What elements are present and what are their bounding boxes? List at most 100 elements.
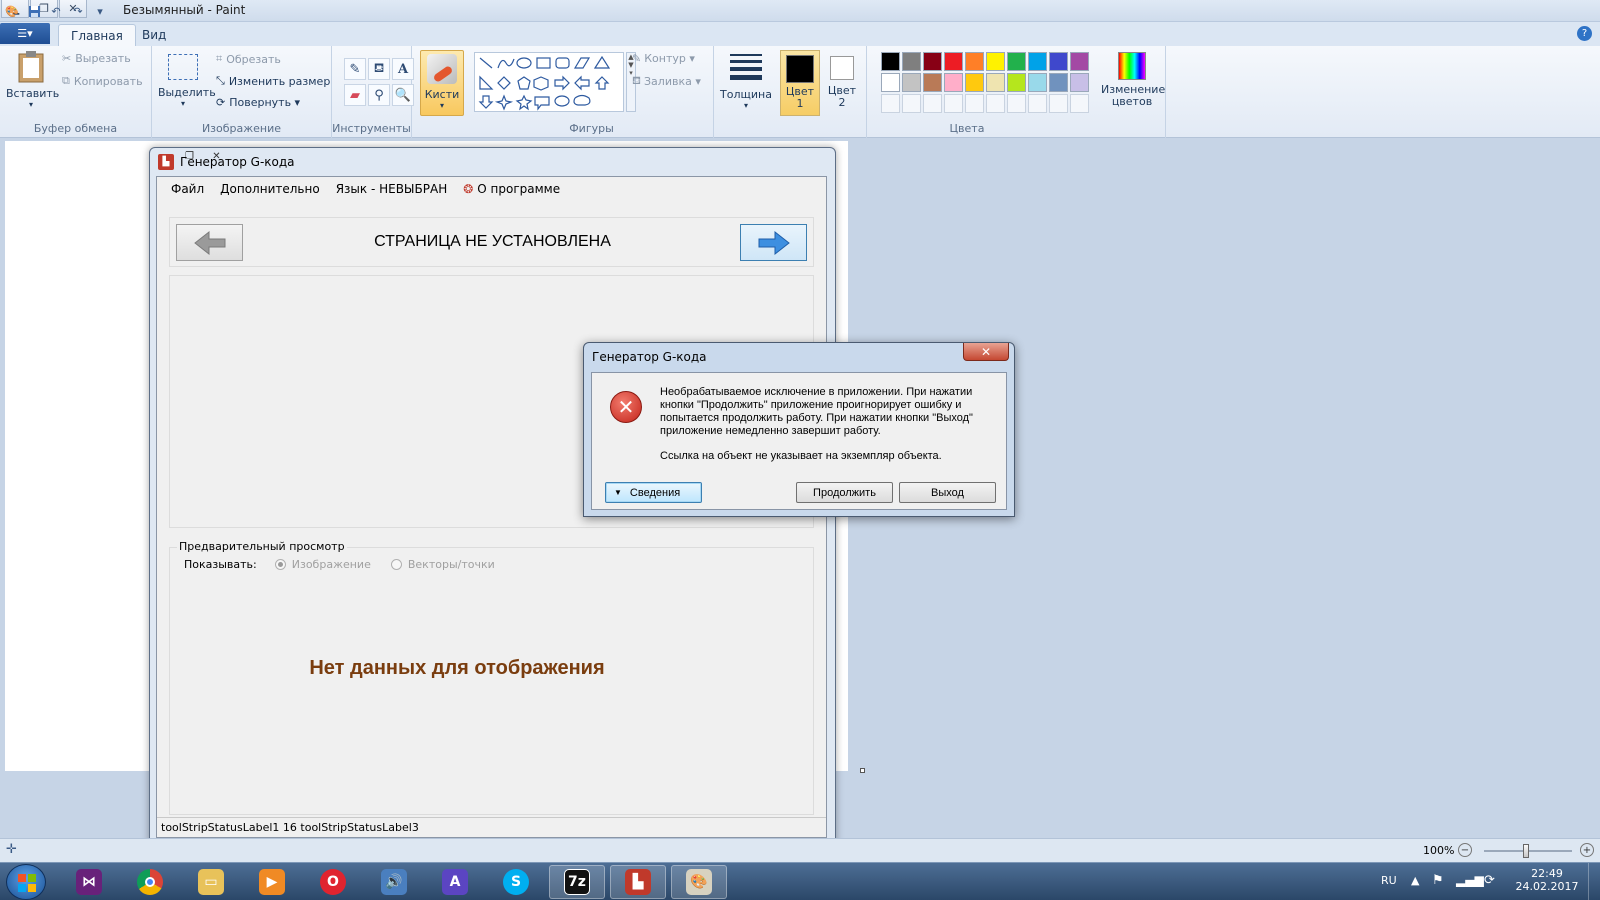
undo-icon[interactable]: ↶ bbox=[48, 3, 64, 19]
palette-swatch[interactable] bbox=[944, 94, 963, 113]
save-icon[interactable] bbox=[26, 3, 42, 19]
select-button[interactable]: Выделить ▾ bbox=[158, 52, 216, 116]
rotate-button[interactable]: ⟳ Повернуть ▾ bbox=[216, 96, 300, 109]
palette-swatch[interactable] bbox=[923, 73, 942, 92]
color2-button[interactable]: Цвет 2 bbox=[822, 50, 862, 116]
zoom-slider-thumb[interactable] bbox=[1523, 844, 1529, 858]
palette-swatch[interactable] bbox=[1049, 94, 1068, 113]
zoom-out-button[interactable]: − bbox=[1458, 843, 1472, 857]
continue-button[interactable]: Продолжить bbox=[796, 482, 893, 503]
language-indicator[interactable]: RU bbox=[1381, 874, 1397, 887]
canvas-resize-handle[interactable] bbox=[860, 768, 865, 773]
flag-icon[interactable]: ⚑ bbox=[1432, 873, 1444, 888]
dialog-close-button[interactable]: ✕ bbox=[963, 343, 1009, 361]
taskbar-visual-studio[interactable]: ⋈ bbox=[61, 865, 117, 899]
edit-colors-button[interactable]: Изменение цветов bbox=[1101, 50, 1165, 108]
taskbar-volume[interactable]: 🔊 bbox=[366, 865, 422, 899]
palette-swatch[interactable] bbox=[986, 94, 1005, 113]
group-image: Выделить ▾ ⌗ Обрезать ⤡ Изменить размер ⟳ П… bbox=[152, 46, 332, 138]
palette-swatch[interactable] bbox=[986, 73, 1005, 92]
eraser-icon[interactable]: ▰ bbox=[344, 84, 366, 106]
palette-swatch[interactable] bbox=[1028, 52, 1047, 71]
size-button[interactable]: Толщина ▾ bbox=[718, 50, 774, 116]
clock[interactable]: 22:49 24.02.2017 bbox=[1512, 867, 1582, 893]
copy-button[interactable]: ⧉ Копировать bbox=[62, 74, 143, 88]
palette-swatch[interactable] bbox=[1070, 94, 1089, 113]
details-button[interactable]: ▼ Сведения bbox=[605, 482, 702, 503]
palette-swatch[interactable] bbox=[1070, 73, 1089, 92]
brushes-button[interactable]: Кисти ▾ bbox=[420, 50, 464, 116]
show-desktop-button[interactable] bbox=[1588, 863, 1600, 900]
cut-button[interactable]: ✂ Вырезать bbox=[62, 52, 131, 65]
menu-about[interactable]: ❂ О программе bbox=[455, 177, 568, 201]
pencil-icon[interactable]: ✎ bbox=[344, 58, 366, 80]
exit-button[interactable]: Выход bbox=[899, 482, 996, 503]
taskbar-gcode-generator[interactable]: ▙ bbox=[610, 865, 666, 899]
redo-icon[interactable]: ↷ bbox=[70, 3, 86, 19]
back-button[interactable] bbox=[176, 224, 243, 261]
palette-swatch[interactable] bbox=[965, 73, 984, 92]
fill-bucket-icon[interactable]: ⛾ bbox=[368, 58, 390, 80]
outline-button[interactable]: ✎ Контур ▾ bbox=[632, 52, 695, 65]
menu-advanced[interactable]: Дополнительно bbox=[212, 177, 328, 201]
forward-button[interactable] bbox=[740, 224, 807, 261]
palette-swatch[interactable] bbox=[1049, 52, 1068, 71]
taskbar-app-a[interactable]: A bbox=[427, 865, 483, 899]
paint-app-icon[interactable]: 🎨 bbox=[4, 3, 20, 19]
palette-swatch[interactable] bbox=[965, 52, 984, 71]
shapes-gallery[interactable] bbox=[474, 52, 624, 112]
palette-swatch[interactable] bbox=[902, 52, 921, 71]
palette-swatch[interactable] bbox=[1028, 94, 1047, 113]
palette-swatch[interactable] bbox=[1028, 73, 1047, 92]
network-icon[interactable]: ▂▄▆ bbox=[1456, 873, 1484, 887]
taskbar-chrome[interactable] bbox=[122, 865, 178, 899]
crop-button[interactable]: ⌗ Обрезать bbox=[216, 52, 281, 66]
palette-swatch[interactable] bbox=[944, 52, 963, 71]
palette-swatch[interactable] bbox=[1007, 73, 1026, 92]
file-menu-button[interactable]: ☰ ▾ bbox=[0, 23, 50, 44]
palette-swatch[interactable] bbox=[923, 94, 942, 113]
show-hidden-icons[interactable]: ▲ bbox=[1411, 874, 1419, 887]
palette-swatch[interactable] bbox=[881, 73, 900, 92]
taskbar-7zip[interactable]: 7z bbox=[549, 865, 605, 899]
dialog-exception-message: Ссылка на объект не указывает на экземпл… bbox=[660, 450, 942, 462]
triangle-down-icon: ▼ bbox=[614, 488, 622, 497]
sync-icon[interactable]: ⟳ bbox=[1484, 873, 1495, 888]
customize-qat-icon[interactable]: ▾ bbox=[92, 3, 108, 19]
taskbar-paint[interactable]: 🎨 bbox=[671, 865, 727, 899]
fill-button[interactable]: ⛾ Заливка ▾ bbox=[632, 74, 701, 89]
taskbar-explorer[interactable]: ▭ bbox=[183, 865, 239, 899]
radio-image[interactable] bbox=[274, 559, 286, 570]
zoom-in-button[interactable]: + bbox=[1580, 843, 1594, 857]
radio-vectors[interactable] bbox=[390, 559, 402, 570]
palette-swatch[interactable] bbox=[881, 52, 900, 71]
palette-swatch[interactable] bbox=[944, 73, 963, 92]
color-picker-icon[interactable]: ⚲ bbox=[368, 84, 390, 106]
tab-home[interactable]: Главная bbox=[58, 24, 136, 46]
menu-language[interactable]: Язык - НЕВЫБРАН bbox=[328, 177, 456, 201]
palette-swatch[interactable] bbox=[902, 73, 921, 92]
palette-swatch[interactable] bbox=[1049, 73, 1068, 92]
palette-swatch[interactable] bbox=[965, 94, 984, 113]
help-icon[interactable]: ? bbox=[1577, 26, 1592, 41]
color1-button[interactable]: Цвет 1 bbox=[780, 50, 820, 116]
palette-swatch[interactable] bbox=[923, 52, 942, 71]
palette-swatch[interactable] bbox=[1070, 52, 1089, 71]
taskbar-skype[interactable]: S bbox=[488, 865, 544, 899]
paste-button[interactable]: Вставить ▾ bbox=[6, 50, 59, 114]
menu-file[interactable]: Файл bbox=[157, 177, 212, 201]
gcode-app-icon: ▙ bbox=[625, 869, 651, 895]
tab-view[interactable]: Вид bbox=[130, 24, 178, 46]
opera-icon: O bbox=[320, 869, 346, 895]
resize-button[interactable]: ⤡ Изменить размер bbox=[216, 74, 330, 88]
start-button[interactable] bbox=[6, 864, 46, 900]
palette-swatch[interactable] bbox=[902, 94, 921, 113]
text-tool-icon[interactable]: A bbox=[392, 58, 414, 80]
magnifier-icon[interactable]: 🔍 bbox=[392, 84, 414, 106]
palette-swatch[interactable] bbox=[1007, 94, 1026, 113]
palette-swatch[interactable] bbox=[881, 94, 900, 113]
palette-swatch[interactable] bbox=[986, 52, 1005, 71]
palette-swatch[interactable] bbox=[1007, 52, 1026, 71]
taskbar-media-player[interactable]: ▶ bbox=[244, 865, 300, 899]
taskbar-opera[interactable]: O bbox=[305, 865, 361, 899]
